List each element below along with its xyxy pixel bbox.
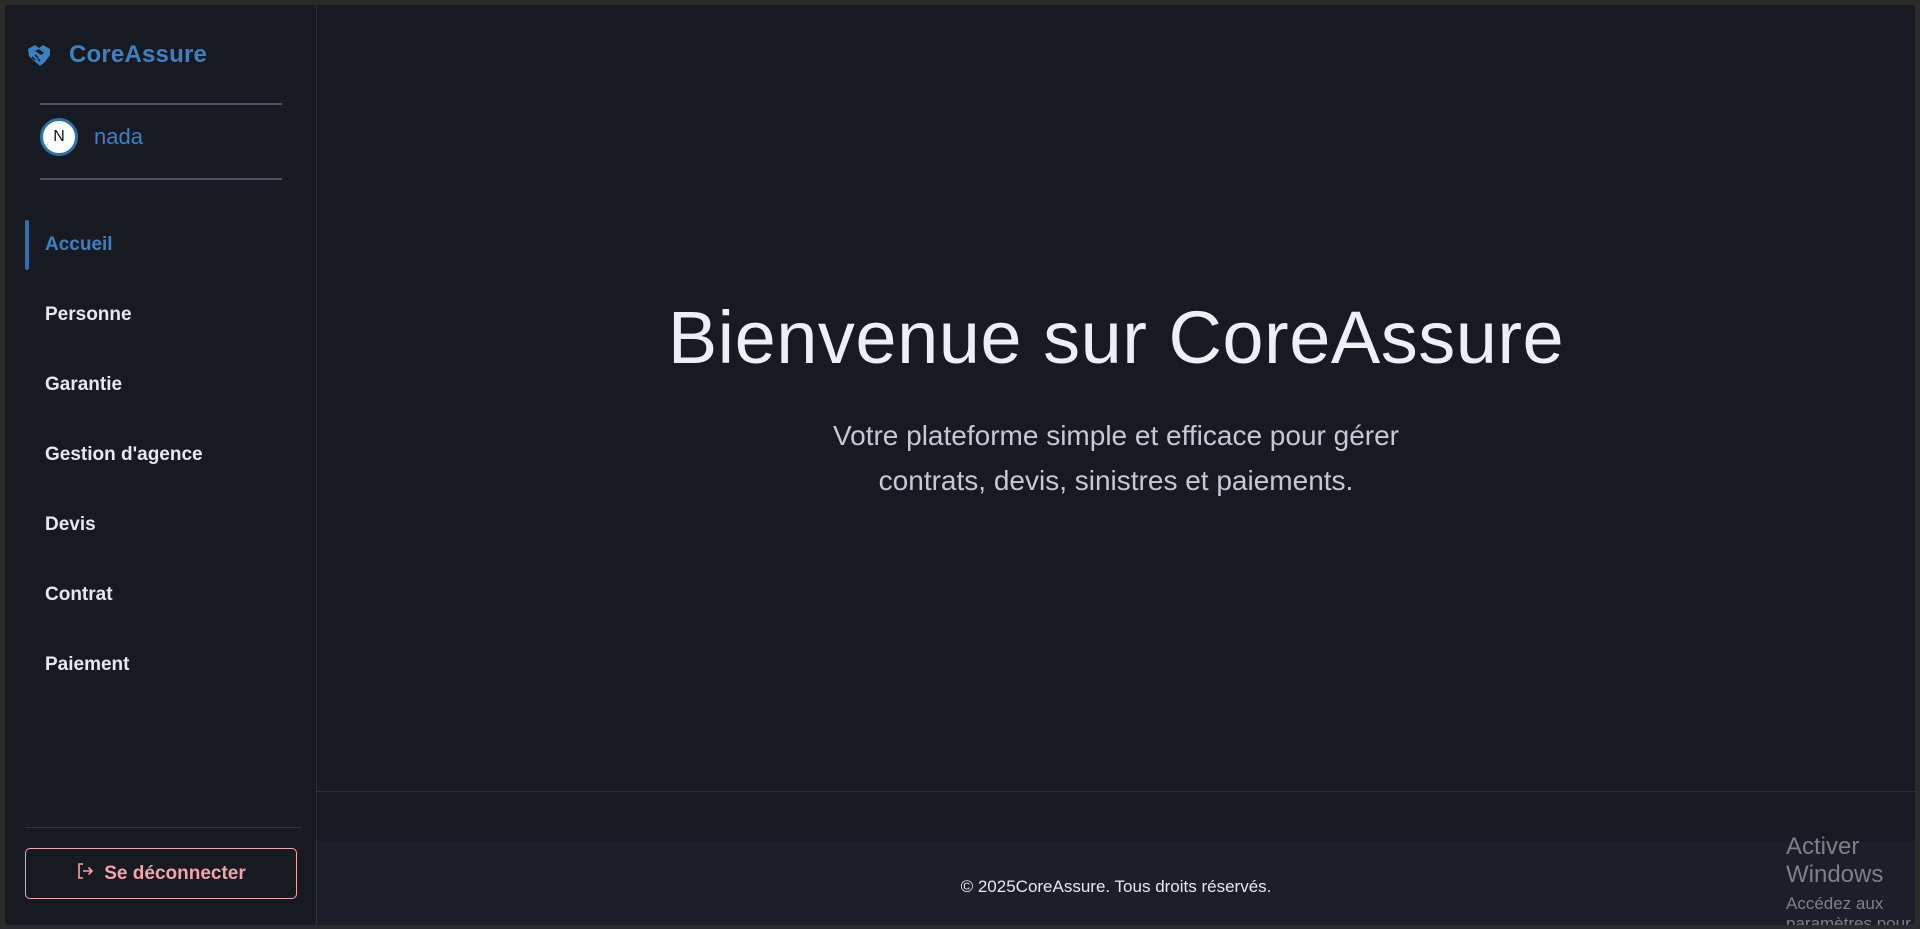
avatar: N — [40, 118, 78, 156]
page-title: Bienvenue sur CoreAssure — [667, 296, 1565, 379]
logout-icon — [76, 862, 104, 886]
sidebar-item-label: Contrat — [45, 584, 113, 605]
sidebar-item-devis[interactable]: Devis — [5, 500, 317, 550]
user-profile[interactable]: N nada — [40, 118, 143, 156]
divider — [40, 178, 282, 180]
page-subtitle: Votre plateforme simple et efficace pour… — [317, 413, 1915, 503]
sidebar-nav: Accueil Personne Garantie Gestion d'agen… — [5, 220, 317, 710]
subtitle-line: Votre plateforme simple et efficace pour… — [832, 420, 1399, 451]
sidebar-item-personne[interactable]: Personne — [5, 290, 317, 340]
sidebar-item-label: Devis — [45, 514, 96, 535]
copyright-text: © 2025CoreAssure. Tous droits réservés. — [960, 877, 1272, 896]
sidebar-item-label: Paiement — [45, 654, 130, 675]
logout-button[interactable]: Se déconnecter — [25, 848, 297, 899]
sidebar-item-label: Accueil — [45, 234, 113, 255]
sidebar-item-accueil[interactable]: Accueil — [5, 220, 317, 270]
footer: © 2025CoreAssure. Tous droits réservés. — [317, 842, 1915, 925]
handshake-icon — [26, 42, 52, 68]
sidebar-item-label: Personne — [45, 304, 132, 325]
app-window: CoreAssure N nada Accueil Personne Garan… — [5, 5, 1915, 925]
watermark-subtitle: Accédez aux paramètres pour activer Wind… — [1786, 894, 1911, 925]
divider — [40, 103, 282, 105]
subtitle-line: contrats, devis, sinistres et paiements. — [878, 465, 1354, 496]
logout-label: Se déconnecter — [104, 862, 246, 884]
brand-name: CoreAssure — [69, 41, 208, 68]
sidebar-item-label: Gestion d'agence — [45, 444, 203, 465]
sidebar-item-contrat[interactable]: Contrat — [5, 570, 317, 620]
divider — [317, 791, 1915, 792]
main-content: Bienvenue sur CoreAssure Votre plateform… — [317, 5, 1915, 925]
sidebar-item-garantie[interactable]: Garantie — [5, 360, 317, 410]
brand[interactable]: CoreAssure — [26, 41, 207, 69]
sidebar: CoreAssure N nada Accueil Personne Garan… — [5, 5, 317, 925]
sidebar-item-label: Garantie — [45, 374, 123, 395]
user-name: nada — [94, 124, 143, 149]
sidebar-item-paiement[interactable]: Paiement — [5, 640, 317, 690]
divider — [25, 827, 301, 828]
windows-activation-watermark: Activer Windows Accédez aux paramètres p… — [1786, 833, 1915, 925]
sidebar-item-gestion-agence[interactable]: Gestion d'agence — [5, 430, 317, 480]
watermark-title: Activer Windows — [1786, 833, 1884, 888]
